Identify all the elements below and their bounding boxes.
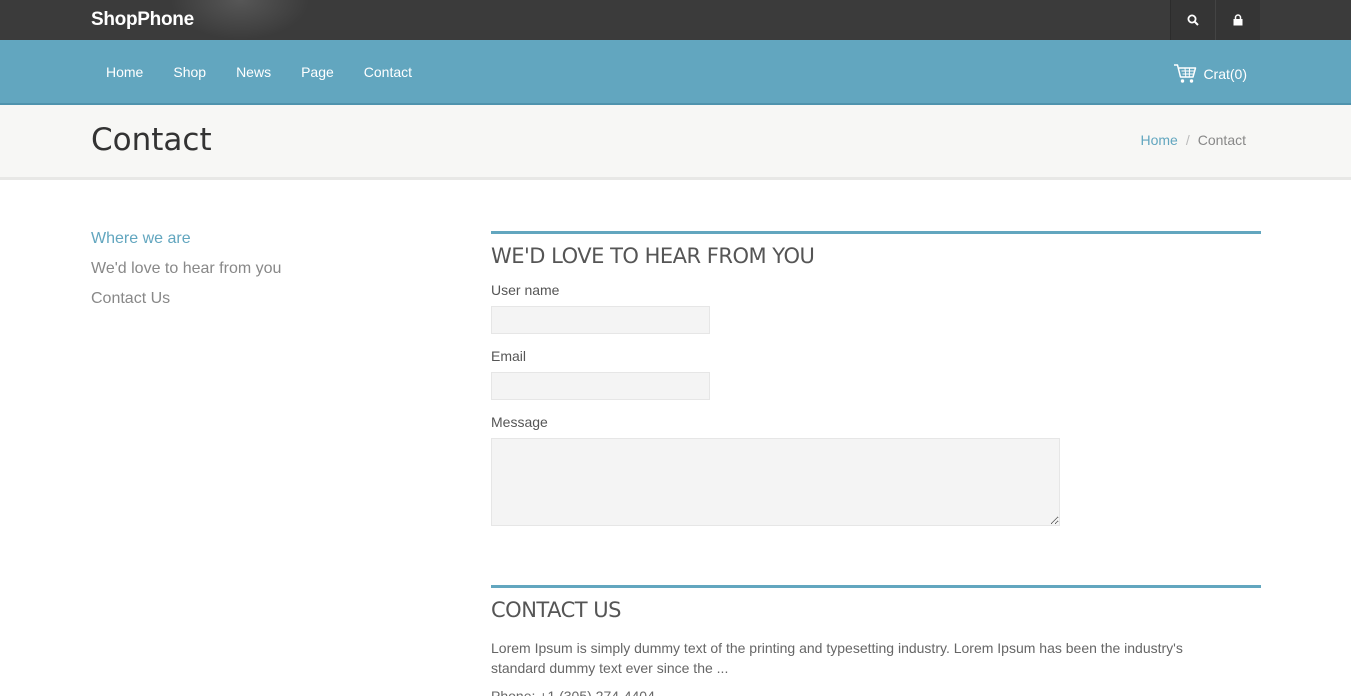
nav-news[interactable]: News [221,64,286,80]
breadcrumb: Home / Contact [1141,132,1247,148]
contact-phone: Phone: +1 (305) 274-4404 [491,688,655,696]
username-label: User name [491,282,560,298]
search-icon [1187,14,1199,26]
nav-contact[interactable]: Contact [349,64,427,80]
message-textarea[interactable] [491,438,1060,526]
breadcrumb-current: Contact [1197,132,1246,148]
lock-icon [1233,14,1243,26]
contact-description: Lorem Ipsum is simply dummy text of the … [491,640,1183,676]
top-bar: ShopPhone [0,0,1351,40]
email-input[interactable] [491,372,710,400]
contact-section-title: CONTACT US [491,598,621,622]
sidebar-item-contact-us[interactable]: Contact Us [91,290,391,307]
nav-home[interactable]: Home [91,64,158,80]
breadcrumb-home-link[interactable]: Home [1141,132,1178,148]
sidebar-item-hear-from-you[interactable]: We'd love to hear from you [91,260,391,277]
section-divider [491,585,1261,588]
form-section-title: WE'D LOVE TO HEAR FROM YOU [491,244,815,268]
cart-button[interactable]: Crat(0) [1173,63,1247,85]
page-title: Contact [91,122,212,158]
shopping-cart-icon [1174,64,1197,83]
username-input[interactable] [491,306,710,334]
nav-page[interactable]: Page [286,64,349,80]
contact-form-section: WE'D LOVE TO HEAR FROM YOU User name Ema… [491,231,1261,526]
top-icons [1170,0,1260,40]
sidebar-menu: Where we are We'd love to hear from you … [91,230,391,320]
brand-logo[interactable]: ShopPhone [91,9,194,31]
email-label: Email [491,348,527,364]
nav-shop[interactable]: Shop [158,64,221,80]
breadcrumb-separator: / [1185,132,1190,148]
search-button[interactable] [1170,0,1215,40]
contact-us-section: CONTACT US Lorem Ipsum is simply dummy t… [491,585,1261,696]
main-navbar: Home Shop News Page Contact Crat(0) [0,40,1351,105]
cart-label: Crat(0) [1203,66,1247,82]
section-divider [491,231,1261,234]
message-label: Message [491,414,548,430]
sidebar-item-where-we-are[interactable]: Where we are [91,230,391,247]
account-lock-button[interactable] [1215,0,1260,40]
page-title-band: Contact Home / Contact [0,105,1351,180]
nav-links: Home Shop News Page Contact [91,40,427,103]
